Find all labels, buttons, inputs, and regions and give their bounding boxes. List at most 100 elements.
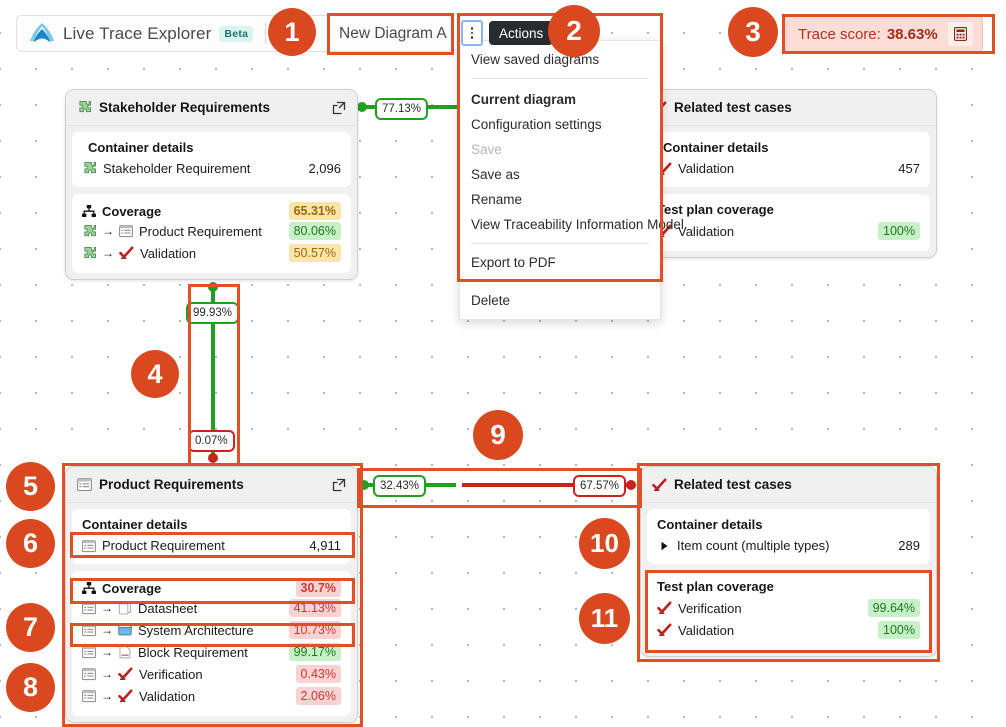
menu-item-export-to-pdf[interactable]: Export to PDF — [460, 250, 660, 275]
check-mark-icon — [118, 689, 133, 703]
test-plan-coverage-panel: Test plan coverage Validation 100% — [647, 194, 930, 251]
actions-tooltip: Actions — [489, 21, 554, 45]
panel-title: Test plan coverage — [657, 202, 920, 217]
beta-badge: Beta — [219, 25, 254, 42]
external-link-icon[interactable] — [332, 478, 346, 492]
detail-row: Stakeholder Requirement 2,096 — [82, 159, 341, 178]
coverage-value-chip: 65.31% — [288, 202, 341, 220]
arrow-right-icon: → — [101, 667, 113, 681]
kebab-menu-icon — [470, 27, 474, 39]
live-trace-logo-icon — [29, 22, 55, 46]
card-title: Related test cases — [674, 477, 792, 492]
coverage-row-label: Validation — [678, 223, 735, 239]
detail-label: Validation — [678, 161, 735, 176]
card-body: Container details Item count (multiple t… — [641, 503, 936, 656]
coverage-value-chip: 30.7% — [295, 579, 341, 597]
coverage-row-label: Validation — [140, 245, 197, 261]
coverage-row-label: Datasheet — [138, 600, 198, 616]
check-mark-icon — [652, 478, 667, 492]
detail-value: 457 — [898, 161, 920, 176]
panel-title: Container details — [82, 517, 341, 532]
table-icon — [119, 224, 133, 238]
actions-menu-button[interactable] — [461, 20, 483, 46]
menu-item-configuration-settings[interactable]: Configuration settings — [460, 112, 660, 137]
coverage-row-label: Verification — [678, 600, 742, 616]
puzzle-piece-icon — [77, 100, 92, 115]
card-related-test-cases-top[interactable]: Related test cases Container details Val… — [640, 89, 937, 258]
check-mark-icon — [657, 623, 672, 637]
coverage-row-value: 99.64% — [867, 599, 920, 617]
detail-value: 289 — [898, 538, 920, 553]
annotation-badge-6: 6 — [6, 519, 55, 568]
coverage-row: Validation 100% — [657, 619, 920, 641]
hierarchy-icon — [82, 204, 96, 218]
coverage-panel: Coverage 65.31% → Product Requirement 80… — [72, 194, 351, 273]
toolbar-divider — [265, 23, 267, 44]
triangle-expand-icon[interactable] — [657, 541, 671, 551]
annotation-badge-2: 2 — [548, 5, 600, 57]
trace-score-badge: Trace score: 38.63% — [784, 16, 983, 52]
annotation-badge-11: 11 — [579, 593, 630, 644]
table-icon — [82, 601, 96, 615]
annotation-badge-4: 4 — [131, 350, 179, 398]
edge-label-77: 77.13% — [375, 98, 429, 120]
panel-title-text: Container details — [82, 517, 188, 532]
container-details-panel: Container details Stakeholder Requiremen… — [72, 132, 351, 187]
coverage-row: → Product Requirement 80.06% — [82, 220, 341, 242]
card-stakeholder-requirements[interactable]: Stakeholder Requirements Container detai… — [65, 89, 358, 280]
check-mark-icon — [118, 667, 133, 681]
card-body: Container details Product Requirement 4,… — [66, 503, 357, 722]
menu-item-rename[interactable]: Rename — [460, 187, 660, 212]
card-product-requirements[interactable]: Product Requirements Container details P… — [65, 466, 358, 723]
annotation-badge-8: 8 — [6, 663, 55, 712]
annotation-badge-5: 5 — [6, 462, 55, 511]
calculator-icon[interactable] — [947, 22, 973, 46]
coverage-row-label: Verification — [139, 666, 203, 682]
container-details-panel: Container details Product Requirement 4,… — [72, 509, 351, 564]
table-icon — [82, 689, 96, 703]
coverage-row-value: 80.06% — [288, 222, 341, 240]
menu-item-save-as[interactable]: Save as — [460, 162, 660, 187]
menu-separator — [471, 78, 649, 79]
coverage-row: → Datasheet 41.13% — [82, 597, 341, 619]
arrow-right-icon: → — [101, 645, 113, 659]
coverage-row-value: 100% — [878, 621, 920, 639]
coverage-row-value: 41.13% — [288, 599, 341, 617]
copy-icon — [118, 601, 132, 615]
card-body: Container details Stakeholder Requiremen… — [66, 126, 357, 279]
panel-title-text: Test plan coverage — [657, 202, 774, 217]
edge-label-32-43: 32.43% — [373, 475, 427, 497]
menu-item-delete[interactable]: Delete — [460, 288, 660, 313]
arrow-right-icon: → — [101, 623, 113, 637]
coverage-title-text: Coverage — [102, 580, 162, 596]
menu-item-view-traceability-information-model[interactable]: View Traceability Information Model — [460, 212, 684, 237]
coverage-row: Verification 99.64% — [657, 597, 920, 619]
coverage-row-value: 2.06% — [295, 687, 341, 705]
card-header: Related test cases — [641, 467, 936, 503]
coverage-row-label: Validation — [678, 622, 735, 638]
arrow-right-icon: → — [102, 246, 114, 260]
coverage-row-label: Product Requirement — [139, 223, 262, 239]
edge-label-0-07: 0.07% — [188, 430, 235, 452]
arrow-right-icon: → — [101, 689, 113, 703]
card-related-test-cases-bottom[interactable]: Related test cases Container details Ite… — [640, 466, 937, 657]
card-title: Product Requirements — [99, 477, 244, 492]
actions-dropdown-menu[interactable]: View saved diagrams Current diagram Conf… — [459, 40, 684, 320]
table-icon — [82, 667, 96, 681]
diagram-name-input[interactable]: New Diagram A — [329, 15, 452, 52]
panel-title-text: Container details — [88, 140, 194, 155]
table-icon — [82, 539, 96, 553]
coverage-row-value: 10.73% — [288, 621, 341, 639]
coverage-row-value: 50.57% — [288, 244, 341, 262]
annotation-badge-10: 10 — [579, 518, 630, 569]
detail-row[interactable]: Item count (multiple types) 289 — [657, 536, 920, 555]
menu-item-save: Save — [471, 142, 502, 157]
window-icon — [118, 623, 132, 637]
annotation-badge-1: 1 — [268, 8, 316, 56]
coverage-row-value: 100% — [878, 222, 920, 240]
coverage-row: → Verification 0.43% — [82, 663, 341, 685]
detail-value: 2,096 — [308, 161, 341, 176]
external-link-icon[interactable] — [332, 101, 346, 115]
detail-label: Item count (multiple types) — [677, 538, 830, 553]
table-icon — [82, 623, 96, 637]
